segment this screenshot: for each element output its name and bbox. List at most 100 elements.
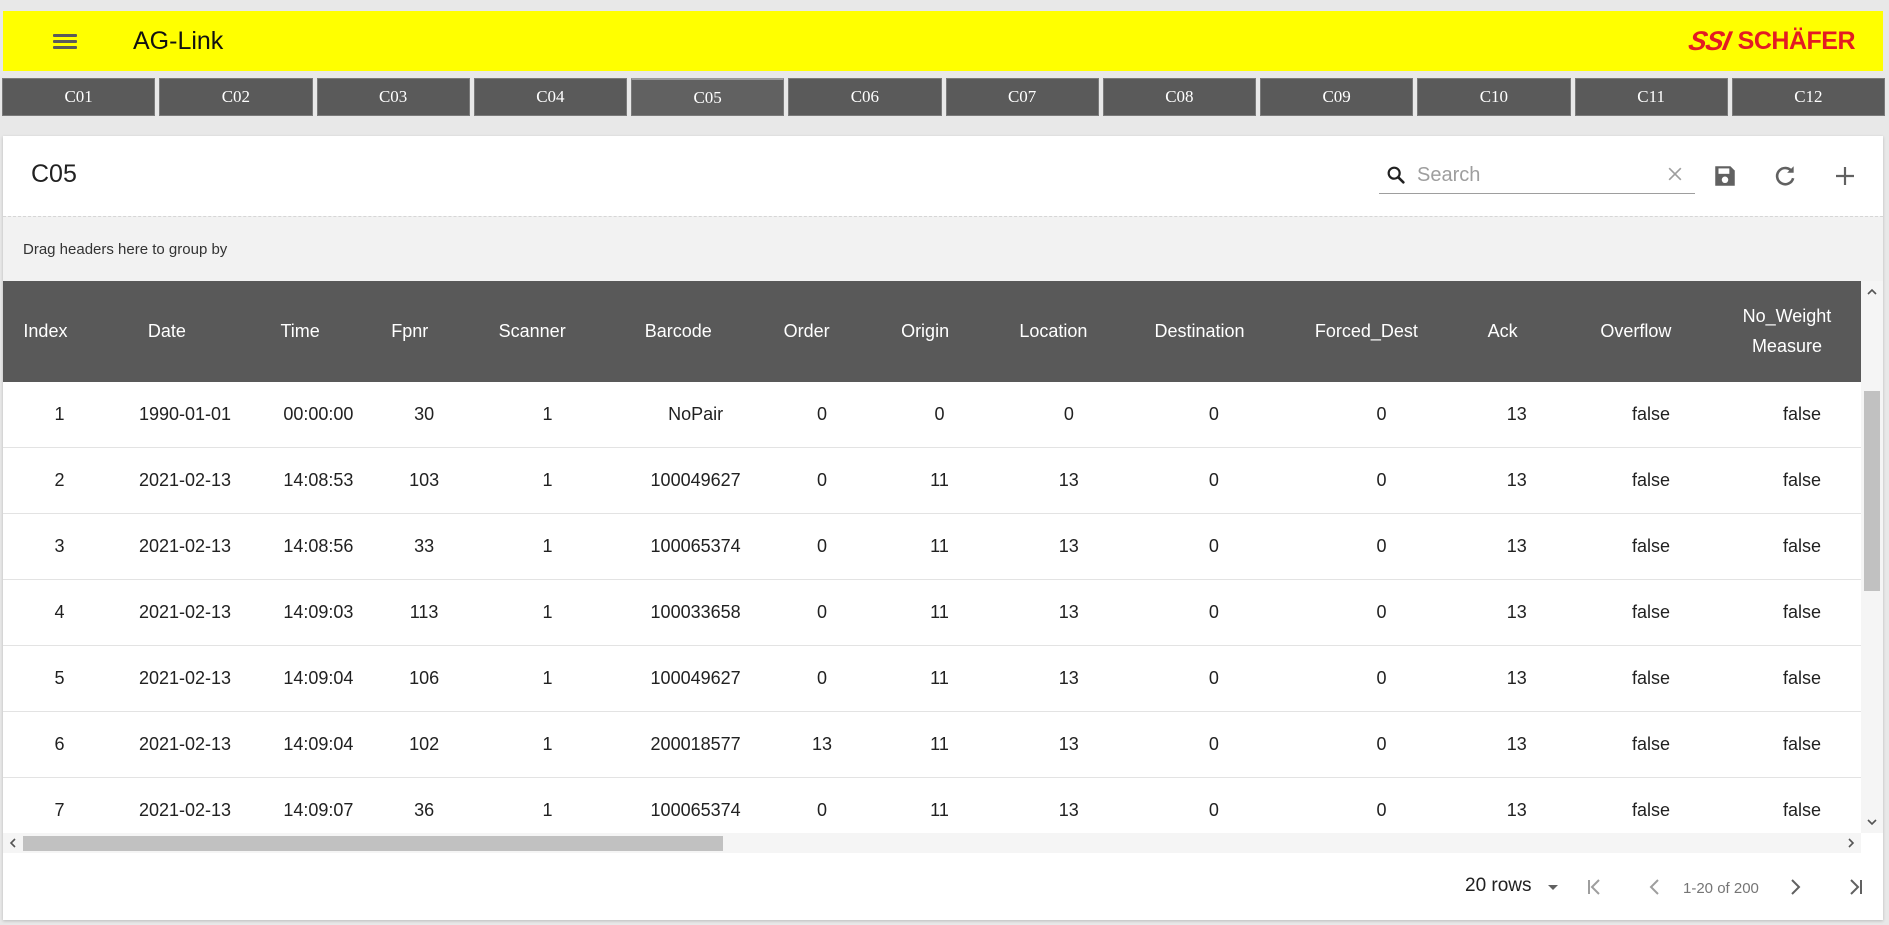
table-cell: 13 [1506, 734, 1527, 754]
column-header-forced-dest[interactable]: Forced_Dest [1286, 281, 1446, 382]
table-cell: 13 [1506, 800, 1527, 820]
table-cell: 100049627 [650, 470, 741, 490]
table-cell: 1 [542, 800, 553, 820]
column-header-fpnr[interactable]: Fpnr [354, 281, 465, 382]
table-cell: 1 [542, 536, 553, 556]
table-cell: 100065374 [650, 800, 741, 820]
table-cell: 4 [54, 602, 65, 622]
search-input[interactable] [1415, 160, 1639, 190]
table-row[interactable]: 1 1990-01-01 00:00:00 30 1 NoPair 0 0 0 0 0 13 false… [3, 382, 1861, 448]
ssi-schaefer-logo: SSI SCHÄFER [1686, 25, 1855, 56]
table-cell: 11 [930, 734, 949, 754]
table-cell: 2021-02-13 [138, 734, 232, 754]
table-row[interactable]: 6 2021-02-13 14:09:04 102 1 200018577 13 11 13 0 0… [3, 712, 1861, 778]
table-row[interactable]: 4 2021-02-13 14:09:03 113 1 100033658 0 11 13 0 0 1… [3, 580, 1861, 646]
column-header-time[interactable]: Time [246, 281, 355, 382]
table-cell: 2021-02-13 [138, 602, 232, 622]
table-cell: false [1631, 668, 1671, 688]
column-header-ack[interactable]: Ack [1446, 281, 1559, 382]
table-cell: 0 [1063, 404, 1074, 424]
column-header-order[interactable]: Order [757, 281, 856, 382]
table-cell: 13 [1058, 800, 1079, 820]
table-cell: 11 [930, 470, 949, 490]
chevron-down-icon[interactable] [1865, 815, 1879, 829]
pager: 20 rows 1-20 of 200 [3, 853, 1883, 920]
table-cell: 14:09:04 [283, 734, 354, 754]
last-page-button[interactable] [1841, 873, 1869, 901]
table-row[interactable]: 2 2021-02-13 14:08:53 103 1 100049627 0 11 13 0 0 1… [3, 448, 1861, 514]
save-icon [1715, 166, 1735, 186]
tab-c01[interactable]: C01 [2, 78, 156, 116]
horizontal-scrollbar[interactable] [3, 833, 1861, 853]
column-header-index[interactable]: Index [3, 281, 88, 382]
tab-c02[interactable]: C02 [159, 78, 313, 116]
table-cell: 11 [930, 602, 949, 622]
horizontal-scroll-thumb[interactable] [23, 836, 723, 851]
column-header-origin[interactable]: Origin [856, 281, 994, 382]
data-card: C05 Drag headers here to group by [3, 136, 1883, 920]
table-cell: 0 [816, 404, 827, 424]
tab-c11[interactable]: C11 [1574, 78, 1728, 116]
refresh-button[interactable] [1765, 156, 1805, 196]
tab-c06[interactable]: C06 [788, 78, 942, 116]
table-cell: 1990-01-01 [138, 404, 232, 424]
tab-c08[interactable]: C08 [1102, 78, 1256, 116]
table-cell: 2 [54, 470, 65, 490]
menu-icon[interactable] [47, 28, 83, 54]
tab-c05[interactable]: C05 [631, 78, 785, 116]
tab-c07[interactable]: C07 [945, 78, 1099, 116]
rows-per-page-select[interactable]: 20 rows [1465, 875, 1532, 897]
table-row[interactable]: 5 2021-02-13 14:09:04 106 1 100049627 0 11 13 0 0 1… [3, 646, 1861, 712]
tab-c10[interactable]: C10 [1417, 78, 1571, 116]
table-cell: 13 [1506, 470, 1527, 490]
table-cell: 7 [54, 800, 65, 820]
table-cell: 3 [54, 536, 65, 556]
group-by-panel[interactable]: Drag headers here to group by [3, 216, 1883, 282]
table-cell: 14:09:07 [283, 800, 354, 820]
column-header-date[interactable]: Date [88, 281, 246, 382]
table-cell: 36 [414, 800, 435, 820]
chevron-right-icon[interactable] [1844, 836, 1858, 850]
column-header-scanner[interactable]: Scanner [465, 281, 599, 382]
column-header-overflow[interactable]: Overflow [1559, 281, 1713, 382]
table-cell: 14:08:53 [283, 470, 354, 490]
chevron-left-icon[interactable] [6, 836, 20, 850]
tab-c03[interactable]: C03 [316, 78, 470, 116]
table-cell: 1 [542, 668, 553, 688]
table-cell: 0 [1208, 734, 1219, 754]
table-cell: 13 [1058, 602, 1079, 622]
table-cell: false [1782, 800, 1821, 820]
table-cell: false [1782, 536, 1821, 556]
column-header-barcode[interactable]: Barcode [599, 281, 757, 382]
table-cell: 200018577 [650, 734, 741, 754]
table-cell: 0 [1376, 536, 1387, 556]
add-button[interactable] [1825, 156, 1865, 196]
dropdown-arrow-icon[interactable] [1543, 877, 1563, 897]
vertical-scroll-thumb[interactable] [1864, 391, 1880, 591]
table-row[interactable]: 3 2021-02-13 14:08:56 33 1 100065374 0 11 13 0 0 13… [3, 514, 1861, 580]
table-row[interactable]: 7 2021-02-13 14:09:07 36 1 100065374 0 11 13 0 0 13… [3, 778, 1861, 833]
tab-c09[interactable]: C09 [1260, 78, 1414, 116]
previous-page-button[interactable] [1641, 873, 1669, 901]
column-header-location[interactable]: Location [994, 281, 1112, 382]
table-cell: 0 [934, 404, 945, 424]
table-cell: 1 [54, 404, 65, 424]
table-cell: false [1631, 404, 1671, 424]
save-button[interactable] [1705, 156, 1745, 196]
table-cell: 0 [1208, 404, 1219, 424]
first-page-button[interactable] [1581, 873, 1609, 901]
table-cell: 2021-02-13 [138, 800, 232, 820]
column-header-destination[interactable]: Destination [1113, 281, 1287, 382]
table-cell: false [1631, 536, 1671, 556]
logo-ssi: SSI [1686, 25, 1733, 56]
column-header-no-weight-measure[interactable]: No_Weight Measure [1713, 281, 1861, 382]
table-cell: 14:09:04 [283, 668, 354, 688]
chevron-up-icon[interactable] [1865, 285, 1879, 299]
tab-c04[interactable]: C04 [473, 78, 627, 116]
close-icon[interactable] [1665, 164, 1685, 184]
vertical-scrollbar[interactable] [1861, 281, 1883, 833]
table-cell: 0 [1208, 602, 1219, 622]
next-page-button[interactable] [1781, 873, 1809, 901]
table-cell: false [1782, 734, 1821, 754]
tab-c12[interactable]: C12 [1731, 78, 1885, 116]
